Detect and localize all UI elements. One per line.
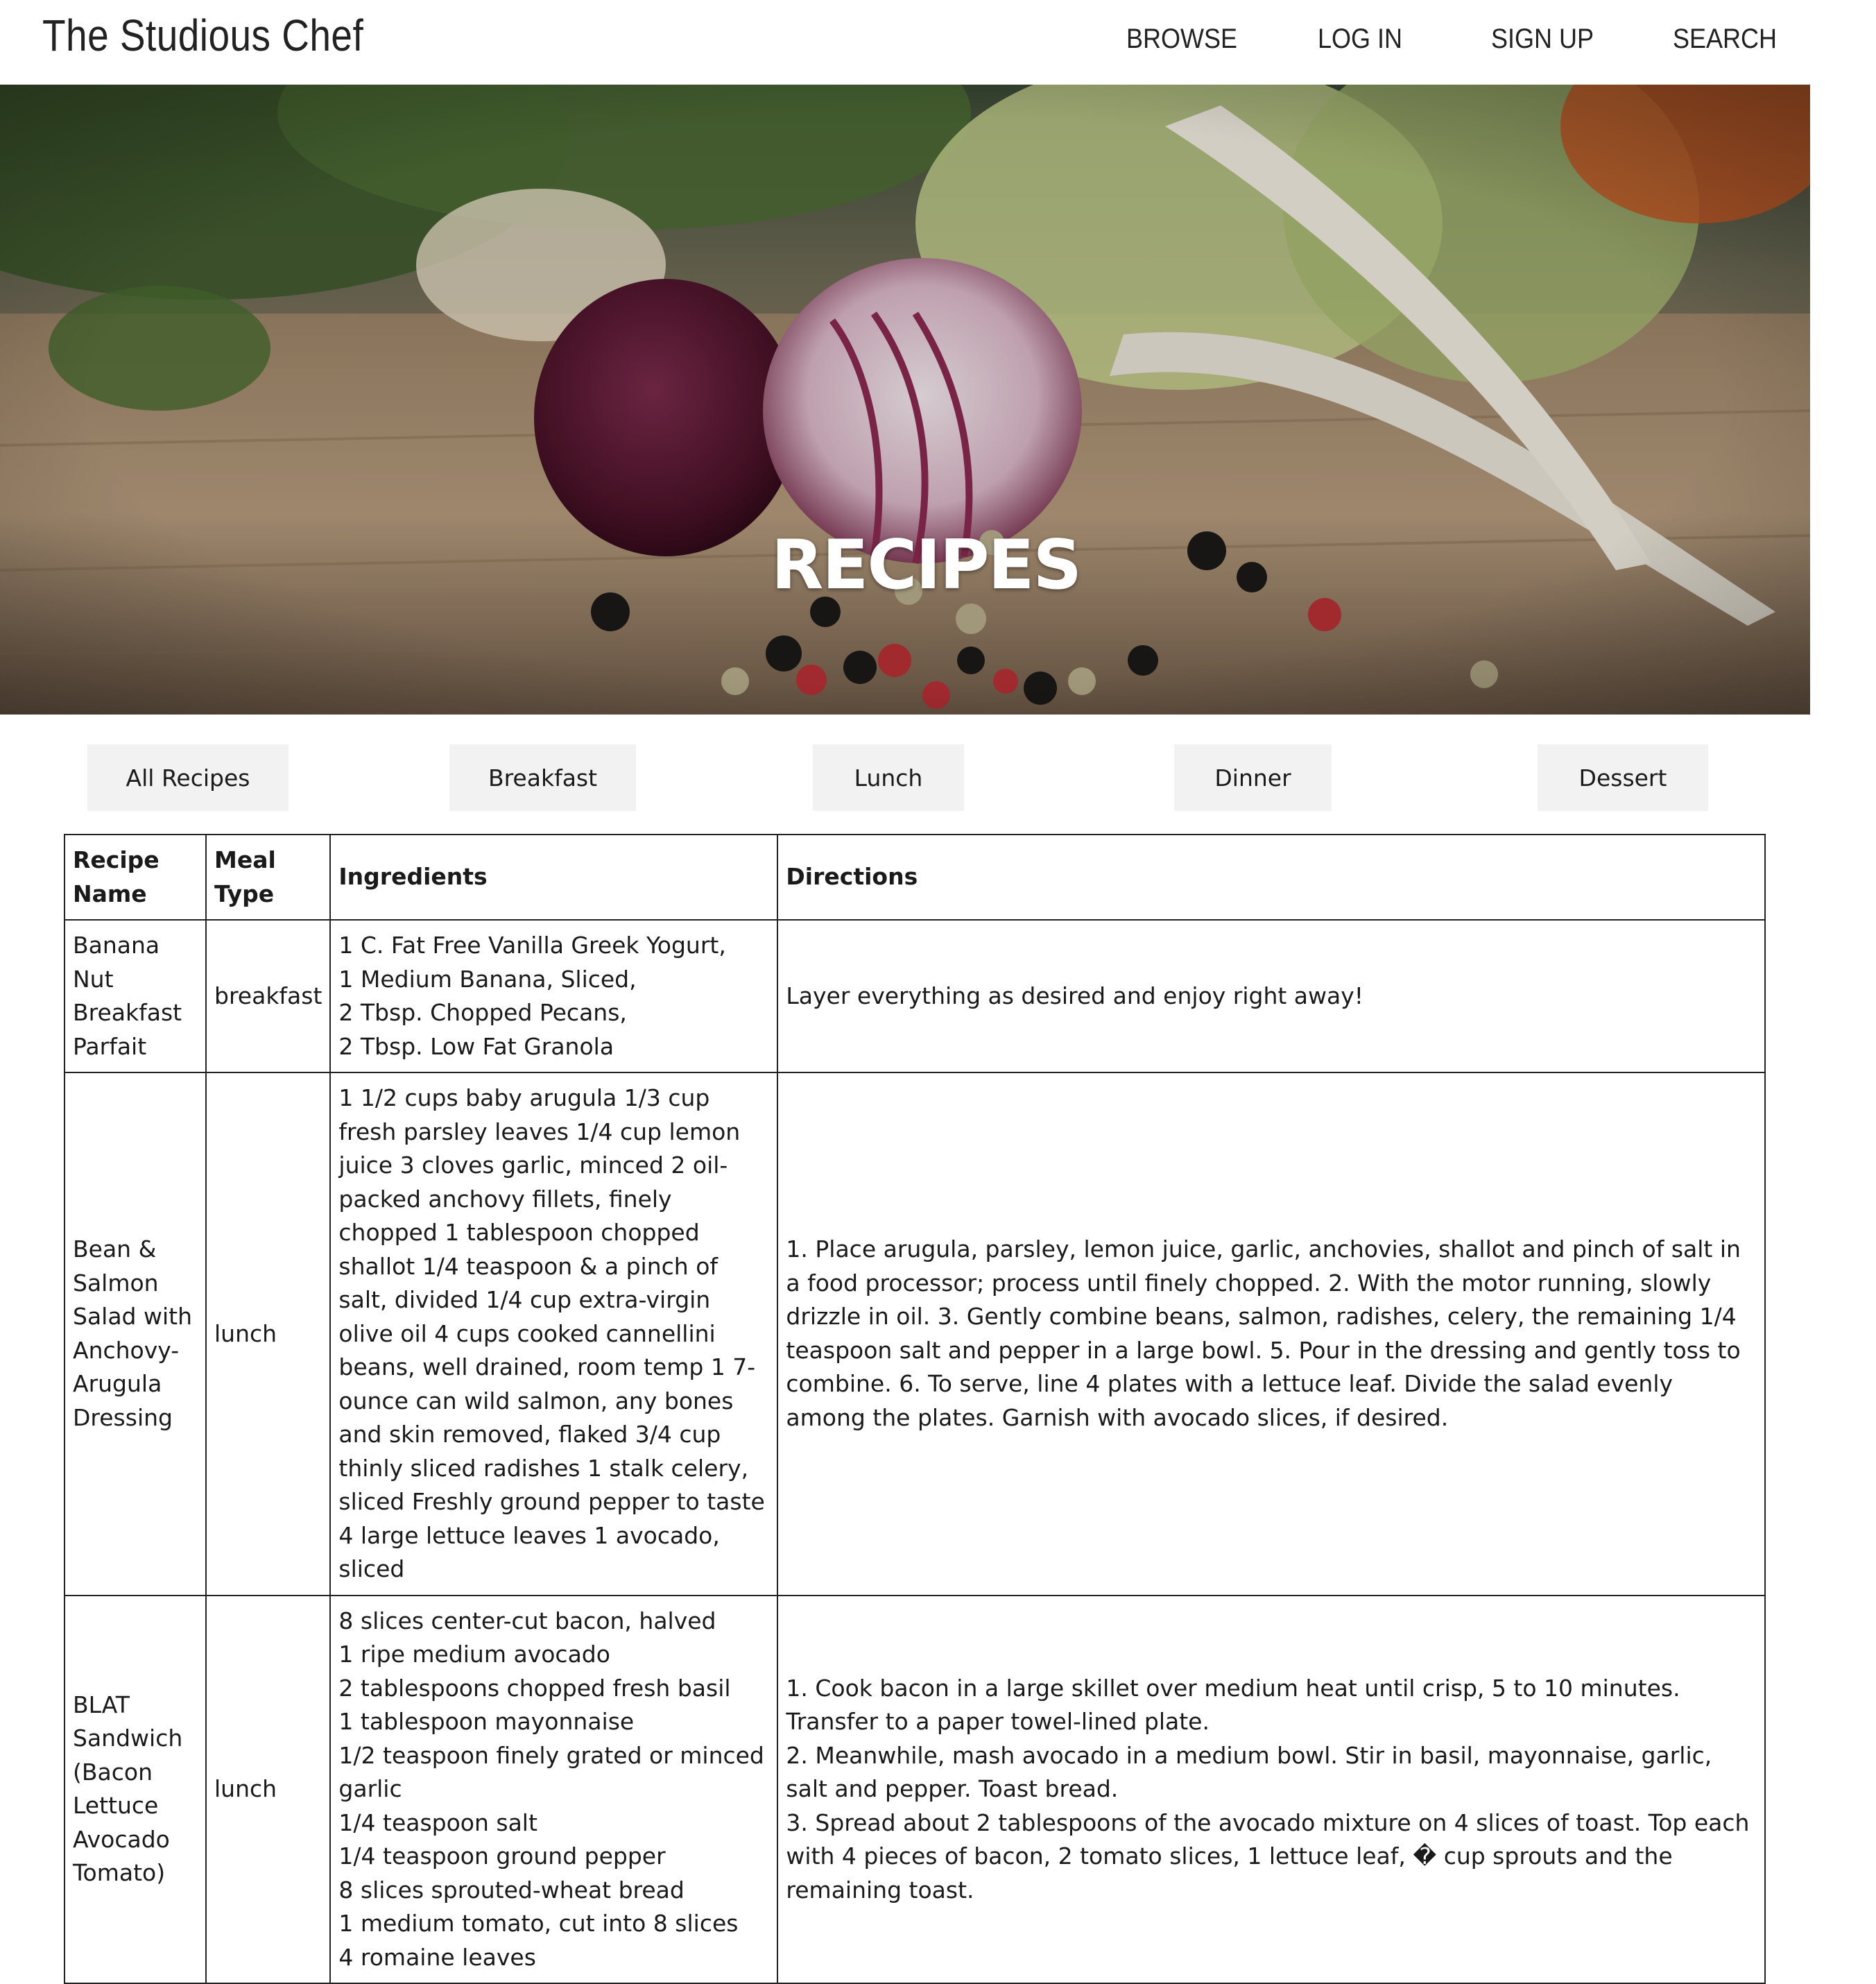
direction-text: 2. Meanwhile, mash avocado in a medium b…	[786, 1741, 1712, 1803]
ingredient-line: 1/4 teaspoon ground pepper	[338, 1842, 666, 1870]
ingredient-line: 1/4 teaspoon salt	[338, 1808, 537, 1836]
ingredient-line: 2 Tbsp. Chopped Pecans,	[338, 999, 627, 1026]
directions-cell: 1. Cook bacon in a large skillet over me…	[777, 1594, 1766, 1984]
brand-logo[interactable]: The Studious Chef	[42, 10, 363, 61]
nav-sign-up[interactable]: SIGN UP	[1491, 24, 1594, 55]
nav-search[interactable]: SEARCH	[1673, 24, 1777, 55]
ingredients-cell: 1 C. Fat Free Vanilla Greek Yogurt, 1 Me…	[329, 919, 779, 1073]
column-header-ingredients: Ingredients	[329, 834, 779, 921]
column-header-recipe-name: Recipe Name	[64, 834, 207, 921]
ingredient-line: 1/2 teaspoon finely grated or minced gar…	[338, 1741, 764, 1803]
column-header-meal-type: Meal Type	[205, 834, 332, 921]
ingredient-line: 8 slices sprouted-wheat bread	[338, 1876, 685, 1904]
site-header: The Studious Chef BROWSE LOG IN SIGN UP …	[0, 0, 1810, 85]
nav-browse[interactable]: BROWSE	[1126, 24, 1237, 55]
ingredient-line: 1 Medium Banana, Sliced,	[338, 965, 637, 993]
ingredient-line: 1 1/2 cups baby arugula 1/3 cup fresh pa…	[338, 1084, 765, 1582]
ingredient-line: 1 C. Fat Free Vanilla Greek Yogurt,	[338, 932, 726, 959]
nav-log-in[interactable]: LOG IN	[1318, 24, 1402, 55]
ingredient-line: 8 slices center-cut bacon, halved	[338, 1607, 716, 1634]
direction-text: 3. Spread about 2 tablespoons of the avo…	[786, 1808, 1750, 1904]
direction-text: 1. Place arugula, parsley, lemon juice, …	[786, 1235, 1741, 1431]
ingredient-line: 2 tablespoons chopped fresh basil	[338, 1674, 731, 1702]
ingredients-cell: 8 slices center-cut bacon, halved 1 ripe…	[329, 1594, 779, 1984]
meal-type-cell: breakfast	[205, 919, 332, 1073]
filter-all-recipes-button[interactable]: All Recipes	[87, 744, 289, 811]
ingredient-line: 4 romaine leaves	[338, 1943, 536, 1971]
ingredient-line: 1 ripe medium avocado	[338, 1641, 610, 1668]
meal-type-cell: lunch	[205, 1594, 332, 1984]
filter-dessert-button[interactable]: Dessert	[1538, 744, 1708, 811]
page-title: RECIPES	[771, 525, 1082, 605]
table-header-row: Recipe Name Meal Type Ingredients Direct…	[64, 834, 1766, 921]
recipes-table: Recipe Name Meal Type Ingredients Direct…	[64, 834, 1766, 1984]
directions-cell: 1. Place arugula, parsley, lemon juice, …	[777, 1072, 1766, 1596]
ingredients-cell: 1 1/2 cups baby arugula 1/3 cup fresh pa…	[329, 1072, 779, 1596]
table-row: Bean & Salmon Salad with Anchovy-Arugula…	[64, 1072, 1766, 1596]
hero-food-image	[0, 85, 1810, 715]
table-row: BLAT Sandwich (Bacon Lettuce Avocado Tom…	[64, 1594, 1766, 1984]
directions-cell: Layer everything as desired and enjoy ri…	[777, 919, 1766, 1073]
filter-dinner-button[interactable]: Dinner	[1174, 744, 1332, 811]
direction-text: Layer everything as desired and enjoy ri…	[786, 982, 1363, 1009]
ingredient-line: 1 tablespoon mayonnaise	[338, 1708, 635, 1735]
ingredient-line: 1 medium tomato, cut into 8 slices	[338, 1910, 739, 1937]
recipe-name-cell: Bean & Salmon Salad with Anchovy-Arugula…	[64, 1072, 207, 1596]
direction-text: 1. Cook bacon in a large skillet over me…	[786, 1674, 1680, 1736]
hero-banner: RECIPES	[0, 85, 1810, 715]
recipe-name-cell: Banana Nut Breakfast Parfait	[64, 919, 207, 1073]
ingredient-line: 2 Tbsp. Low Fat Granola	[338, 1032, 614, 1060]
meal-type-cell: lunch	[205, 1072, 332, 1596]
column-header-directions: Directions	[777, 834, 1766, 921]
table-row: Banana Nut Breakfast Parfait breakfast 1…	[64, 919, 1766, 1073]
filter-breakfast-button[interactable]: Breakfast	[449, 744, 636, 811]
recipe-name-cell: BLAT Sandwich (Bacon Lettuce Avocado Tom…	[64, 1594, 207, 1984]
filter-lunch-button[interactable]: Lunch	[813, 744, 964, 811]
